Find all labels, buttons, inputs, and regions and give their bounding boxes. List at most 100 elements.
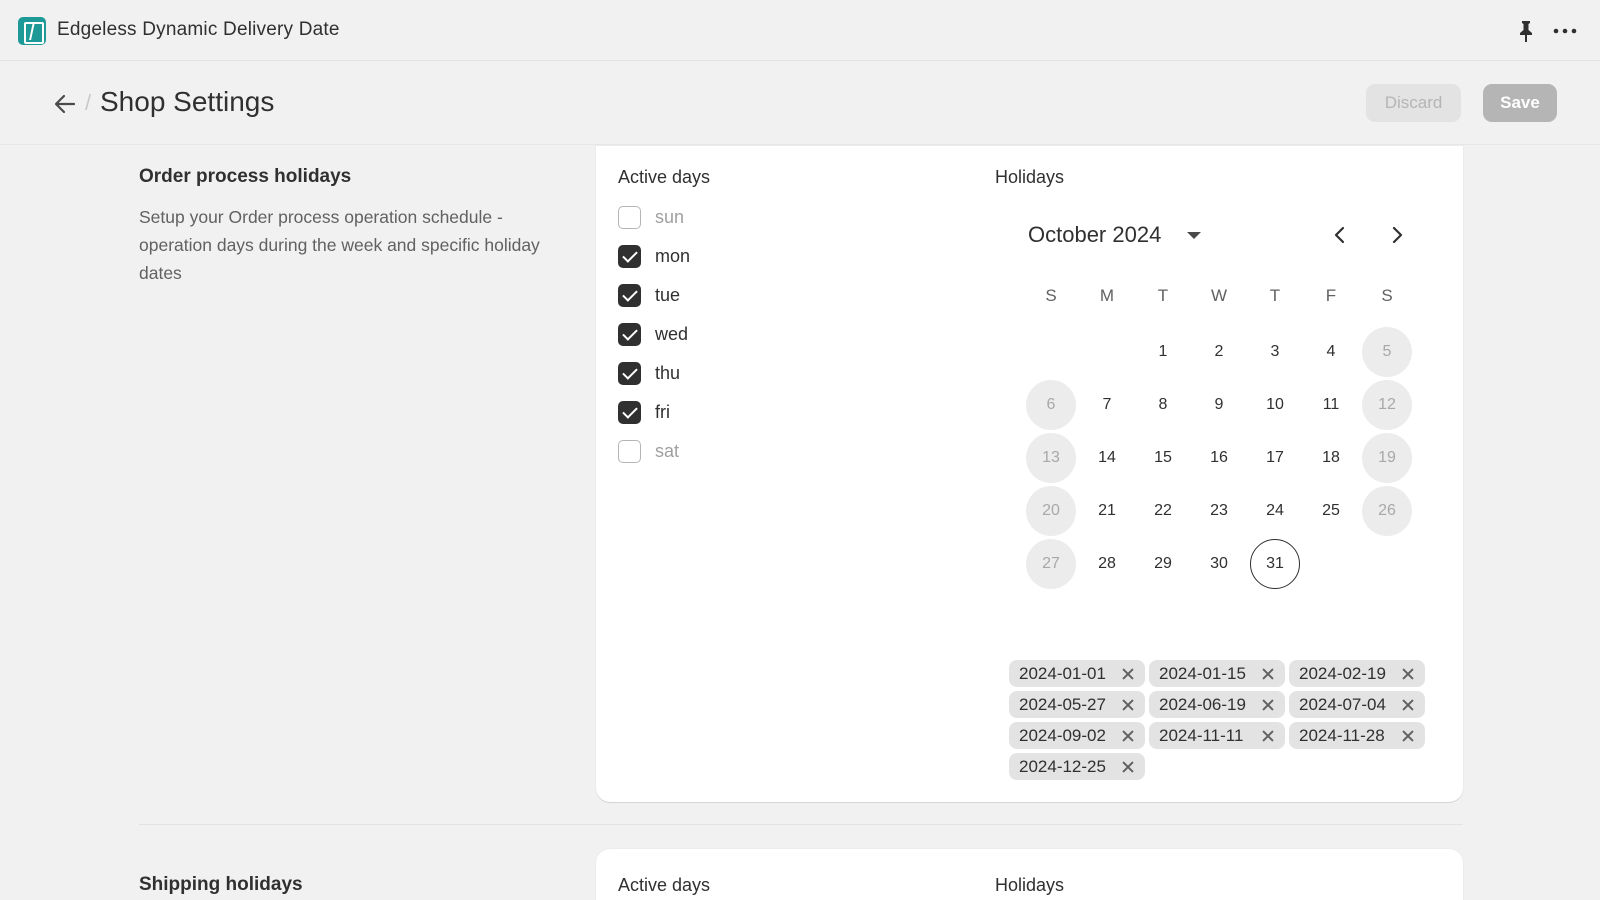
holiday-tag: 2024-05-27 bbox=[1009, 691, 1145, 718]
calendar-day[interactable]: 11 bbox=[1306, 380, 1356, 430]
holiday-tag: 2024-01-01 bbox=[1009, 660, 1145, 687]
checkbox-checked[interactable] bbox=[618, 283, 641, 307]
checkbox-unchecked[interactable] bbox=[618, 439, 641, 463]
chevron-left-icon[interactable] bbox=[1329, 224, 1351, 246]
ellipsis-icon[interactable] bbox=[1552, 21, 1578, 41]
day-label: sat bbox=[655, 440, 680, 461]
close-icon[interactable] bbox=[1261, 698, 1275, 712]
calendar-day[interactable]: 31 bbox=[1250, 539, 1300, 589]
section-divider bbox=[139, 824, 1463, 825]
holiday-tag: 2024-11-28 bbox=[1289, 722, 1425, 749]
close-icon[interactable] bbox=[1261, 667, 1275, 681]
calendar-day[interactable]: 28 bbox=[1082, 539, 1132, 589]
day-checkbox-row[interactable]: fri bbox=[618, 400, 670, 424]
close-icon[interactable] bbox=[1121, 667, 1135, 681]
shipping-active-days-label: Active days bbox=[618, 875, 711, 895]
holiday-tag: 2024-06-19 bbox=[1149, 691, 1285, 718]
close-icon[interactable] bbox=[1121, 760, 1135, 774]
checkbox-checked[interactable] bbox=[618, 361, 641, 385]
page-title: Shop Settings bbox=[100, 86, 275, 117]
holiday-tag-label: 2024-09-02 bbox=[1019, 725, 1106, 745]
holiday-tag-label: 2024-01-15 bbox=[1159, 663, 1246, 683]
holiday-tag-label: 2024-01-01 bbox=[1019, 663, 1106, 683]
calendar-day[interactable]: 1 bbox=[1138, 327, 1188, 377]
header-divider bbox=[0, 144, 1600, 145]
day-label: fri bbox=[655, 401, 670, 422]
calendar-day[interactable]: 24 bbox=[1250, 486, 1300, 536]
month-label: October 2024 bbox=[1028, 222, 1162, 247]
checkbox-checked[interactable] bbox=[618, 400, 641, 424]
close-icon[interactable] bbox=[1121, 729, 1135, 743]
arrow-left-icon[interactable] bbox=[52, 91, 78, 117]
chevron-right-icon[interactable] bbox=[1386, 224, 1408, 246]
calendar-day[interactable]: 18 bbox=[1306, 433, 1356, 483]
app-window: Edgeless Dynamic Delivery Date / Shop Se… bbox=[0, 0, 1600, 900]
day-label: sun bbox=[655, 206, 685, 227]
weekday-header: M bbox=[1099, 286, 1115, 305]
caret-down-icon bbox=[1187, 231, 1202, 239]
calendar-day[interactable]: 12 bbox=[1362, 380, 1412, 430]
calendar-day[interactable]: 8 bbox=[1138, 380, 1188, 430]
holiday-tag-label: 2024-02-19 bbox=[1299, 663, 1386, 683]
close-icon[interactable] bbox=[1121, 698, 1135, 712]
day-checkbox-row[interactable]: thu bbox=[618, 361, 680, 385]
month-select[interactable]: October 2024 bbox=[1028, 222, 1202, 248]
weekday-header: T bbox=[1269, 286, 1281, 305]
calendar-day[interactable]: 23 bbox=[1194, 486, 1244, 536]
checkbox-unchecked[interactable] bbox=[618, 205, 641, 229]
calendar-day[interactable]: 29 bbox=[1138, 539, 1188, 589]
shipping-holidays-label: Holidays bbox=[995, 875, 1065, 895]
close-icon[interactable] bbox=[1401, 698, 1415, 712]
calendar-day[interactable]: 20 bbox=[1026, 486, 1076, 536]
calendar-day[interactable]: 9 bbox=[1194, 380, 1244, 430]
day-checkbox-row[interactable]: tue bbox=[618, 283, 680, 307]
calendar-day[interactable]: 3 bbox=[1250, 327, 1300, 377]
section-title-order-process: Order process holidays bbox=[139, 166, 352, 187]
calendar-day[interactable]: 27 bbox=[1026, 539, 1076, 589]
holiday-tag-label: 2024-05-27 bbox=[1019, 694, 1106, 714]
weekday-header: S bbox=[1381, 286, 1393, 305]
weekday-header: S bbox=[1045, 286, 1057, 305]
calendar-day[interactable]: 13 bbox=[1026, 433, 1076, 483]
checkbox-checked[interactable] bbox=[618, 322, 641, 346]
close-icon[interactable] bbox=[1401, 667, 1415, 681]
close-icon[interactable] bbox=[1401, 729, 1415, 743]
calendar-day[interactable]: 2 bbox=[1194, 327, 1244, 377]
calendar-day[interactable]: 10 bbox=[1250, 380, 1300, 430]
discard-button[interactable]: Discard bbox=[1366, 84, 1461, 122]
day-checkbox-row[interactable]: mon bbox=[618, 244, 690, 268]
calendar-day[interactable]: 25 bbox=[1306, 486, 1356, 536]
close-icon[interactable] bbox=[1261, 729, 1275, 743]
holiday-tag: 2024-07-04 bbox=[1289, 691, 1425, 718]
section-title-shipping: Shipping holidays bbox=[139, 874, 303, 895]
weekday-header: W bbox=[1210, 286, 1228, 305]
section-description: Setup your Order process operation sched… bbox=[139, 207, 540, 283]
holiday-tag-list: 2024-01-01 2024-01-15 2024-02-19 2024-05-27… bbox=[1009, 660, 1449, 780]
calendar-day[interactable]: 17 bbox=[1250, 433, 1300, 483]
calendar-day[interactable]: 5 bbox=[1362, 327, 1412, 377]
breadcrumb-separator: / bbox=[85, 90, 92, 115]
calendar-day[interactable]: 19 bbox=[1362, 433, 1412, 483]
calendar-day[interactable]: 26 bbox=[1362, 486, 1412, 536]
day-label: thu bbox=[655, 362, 681, 383]
calendar-day[interactable]: 15 bbox=[1138, 433, 1188, 483]
calendar-day[interactable]: 21 bbox=[1082, 486, 1132, 536]
app-title: Edgeless Dynamic Delivery Date bbox=[57, 19, 340, 40]
day-checkbox-row[interactable]: sun bbox=[618, 205, 684, 229]
calendar-day[interactable]: 7 bbox=[1082, 380, 1132, 430]
calendar-day[interactable]: 6 bbox=[1026, 380, 1076, 430]
calendar-day[interactable]: 4 bbox=[1306, 327, 1356, 377]
save-button[interactable]: Save bbox=[1483, 84, 1557, 122]
calendar-day[interactable]: 30 bbox=[1194, 539, 1244, 589]
calendar-day[interactable]: 16 bbox=[1194, 433, 1244, 483]
calendar-day[interactable]: 14 bbox=[1082, 433, 1132, 483]
day-label: tue bbox=[655, 284, 681, 305]
day-checkbox-row[interactable]: sat bbox=[618, 439, 679, 463]
checkbox-checked[interactable] bbox=[618, 244, 641, 268]
day-checkbox-row[interactable]: wed bbox=[618, 322, 688, 346]
weekday-header: F bbox=[1325, 286, 1337, 305]
pin-icon[interactable] bbox=[1515, 19, 1537, 43]
holiday-tag-label: 2024-06-19 bbox=[1159, 694, 1246, 714]
calendar-day[interactable]: 22 bbox=[1138, 486, 1188, 536]
holidays-label: Holidays bbox=[995, 167, 1065, 187]
